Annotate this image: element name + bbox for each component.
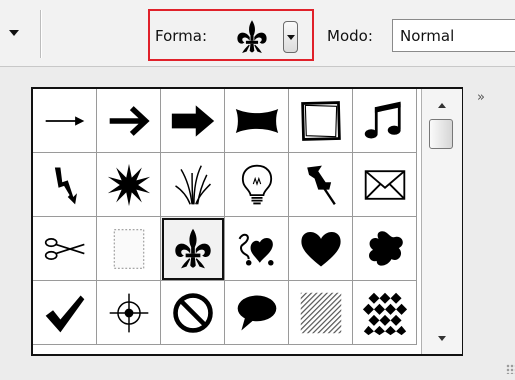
shape-cell[interactable] [225,281,289,345]
shape-grid-scrollbar[interactable] [421,89,462,354]
shape-cell[interactable] [353,217,417,281]
shape-cell[interactable] [161,281,225,345]
shape-cell[interactable] [225,217,289,281]
scroll-down-arrow-icon[interactable] [422,326,462,350]
resize-grip-icon[interactable] [506,364,515,374]
rough-frame-icon [300,100,341,141]
forma-shape-swatch[interactable] [229,17,275,57]
modo-select[interactable]: Normal [392,19,515,52]
diamond-grid-icon [362,292,407,335]
shape-cell[interactable] [33,153,97,217]
shape-cell[interactable] [97,217,161,281]
ornament-icon [238,233,274,266]
push-pin-icon [306,165,336,205]
thin-arrow-icon [45,115,84,126]
music-note-icon [364,101,401,138]
shape-cell[interactable] [225,89,289,153]
scroll-up-arrow-icon[interactable] [422,93,462,117]
shape-cell[interactable] [289,281,353,345]
shape-grid [33,89,417,345]
envelope-icon [364,169,405,200]
shape-cell[interactable] [353,89,417,153]
panel-menu-icon[interactable]: » [477,90,485,105]
shape-cell[interactable] [289,217,353,281]
shape-cell[interactable] [353,281,417,345]
banner-icon [235,108,278,133]
shape-cell[interactable] [33,217,97,281]
diagonal-stripes-icon [300,292,341,333]
shape-cell[interactable] [97,281,161,345]
target-icon [109,293,148,332]
shape-cell[interactable] [33,89,97,153]
starburst-icon [107,163,150,206]
checkmark-icon [45,295,84,332]
shape-cell[interactable] [289,89,353,153]
shape-cell[interactable] [161,153,225,217]
no-sign-icon [172,292,213,333]
grass-icon [174,164,211,205]
shape-cell[interactable] [97,89,161,153]
speech-bubble-icon [237,295,276,330]
toolbar-separator [40,10,41,58]
shape-cell[interactable] [225,153,289,217]
shape-grid-frame [31,87,463,356]
lightning-icon [54,167,77,204]
options-toolbar: Forma: Modo: Normal [0,0,515,67]
shape-cell[interactable] [33,281,97,345]
heavy-arrow-icon [171,104,214,137]
shape-cell[interactable] [97,153,161,217]
dotted-frame-icon [113,228,144,269]
splat-icon [368,230,403,266]
shape-cell-selected[interactable] [161,217,225,281]
modo-label: Modo: [327,27,373,45]
scissors-icon [44,237,85,260]
heart-icon [300,231,341,266]
tool-preset-dropdown-icon[interactable] [9,30,19,36]
scroll-thumb[interactable] [429,119,453,149]
light-bulb-icon [241,164,272,204]
custom-shape-picker: » [11,76,515,376]
modo-value: Normal [400,27,455,45]
fleur-de-lis-icon [237,20,267,53]
fleur-de-lis-icon [174,228,211,268]
shape-cell[interactable] [289,153,353,217]
shape-cell[interactable] [353,153,417,217]
bold-arrow-icon [109,105,150,136]
forma-dropdown-button[interactable] [283,21,298,53]
shape-cell[interactable] [161,89,225,153]
forma-label: Forma: [155,27,208,45]
